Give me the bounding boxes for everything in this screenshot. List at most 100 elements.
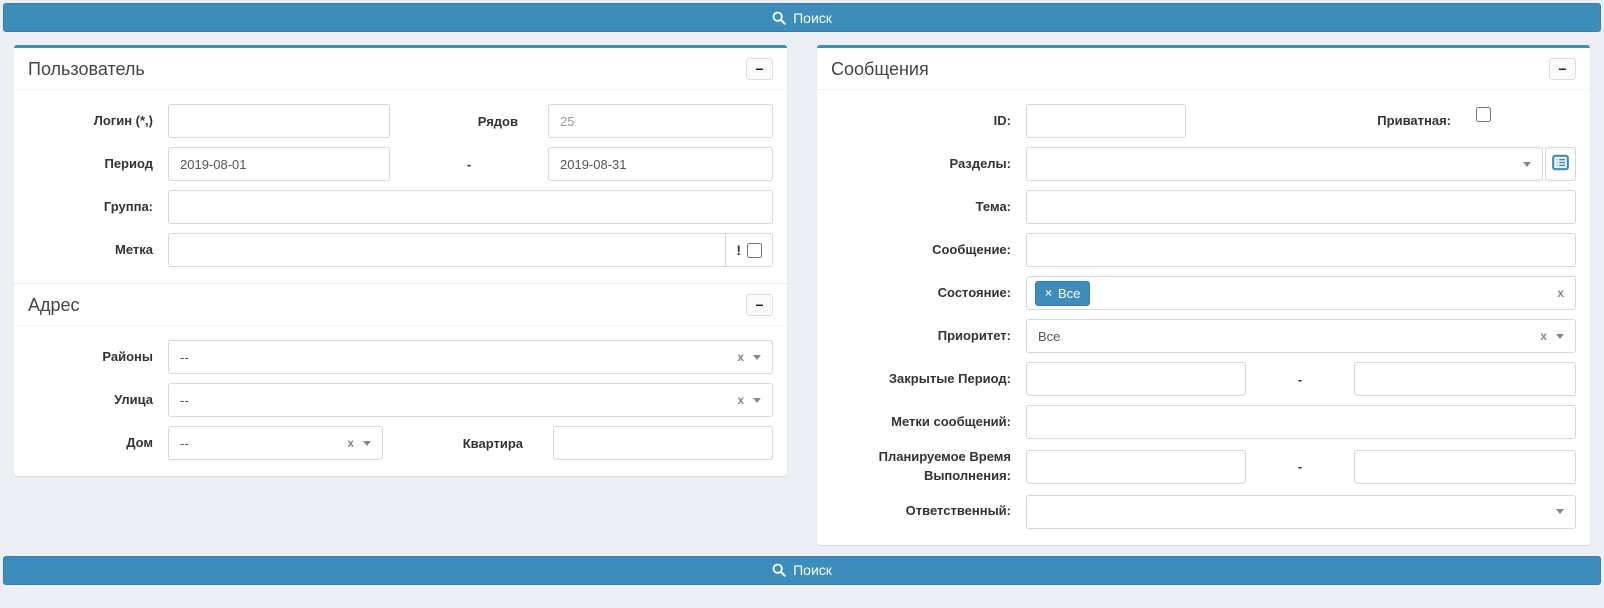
content-area: Пользователь − Логин (*,) Рядов Период	[0, 45, 1604, 545]
street-label: Улица	[28, 391, 168, 410]
rows-input[interactable]	[548, 104, 773, 138]
message-label: Сообщение:	[831, 241, 1026, 260]
address-collapse-button[interactable]: −	[746, 294, 773, 316]
sections-label: Разделы:	[831, 155, 1026, 174]
districts-select[interactable]: -- x	[168, 340, 773, 374]
tag-label: Метка	[28, 241, 168, 260]
right-column: Сообщения − ID: Приватная:	[817, 45, 1590, 545]
id-input[interactable]	[1026, 104, 1186, 138]
responsible-select[interactable]	[1026, 495, 1576, 529]
user-section-body: Логин (*,) Рядов Период - Группа:	[14, 90, 787, 283]
apartment-input[interactable]	[553, 426, 773, 460]
house-value: --	[180, 436, 347, 451]
closed-period-label: Закрытые Период:	[831, 370, 1026, 389]
section-user: Пользователь − Логин (*,) Рядов Период	[14, 48, 787, 283]
street-select[interactable]: -- x	[168, 383, 773, 417]
row-street: Улица -- x	[28, 383, 773, 417]
minus-icon: −	[1558, 61, 1566, 77]
login-label: Логин (*,)	[28, 112, 168, 131]
search-icon	[772, 11, 786, 25]
apartment-label: Квартира	[463, 436, 553, 451]
street-clear-icon[interactable]: x	[737, 394, 744, 406]
period-label: Период	[28, 155, 168, 174]
chevron-down-icon	[1556, 509, 1564, 514]
user-address-card: Пользователь − Логин (*,) Рядов Период	[14, 45, 787, 476]
row-districts: Районы -- x	[28, 340, 773, 374]
planned-time-label: Планируемое Время Выполнения:	[831, 448, 1026, 486]
messages-collapse-button[interactable]: −	[1549, 58, 1576, 80]
state-clear-icon[interactable]: x	[1557, 287, 1564, 299]
house-select[interactable]: -- x	[168, 426, 383, 460]
period-range-separator: -	[390, 157, 548, 172]
user-section-header: Пользователь −	[14, 48, 787, 90]
search-button-label: Поиск	[793, 562, 832, 578]
row-message: Сообщение:	[831, 233, 1576, 267]
districts-label: Районы	[28, 348, 168, 367]
address-section-body: Районы -- x Улица --	[14, 326, 787, 476]
id-label: ID:	[831, 112, 1026, 131]
tag-input-group: !	[168, 233, 773, 267]
login-input[interactable]	[168, 104, 390, 138]
priority-select[interactable]: Все x	[1026, 319, 1576, 353]
state-multiselect[interactable]: × Все x	[1026, 276, 1576, 310]
messages-section-body: ID: Приватная: Разделы:	[817, 90, 1590, 545]
user-collapse-button[interactable]: −	[746, 58, 773, 80]
row-subject: Тема:	[831, 190, 1576, 224]
address-section-title: Адрес	[28, 295, 80, 316]
tag-remove-icon[interactable]: ×	[1045, 287, 1052, 299]
closed-period-to-input[interactable]	[1354, 362, 1576, 396]
section-messages: Сообщения − ID: Приватная:	[817, 48, 1590, 545]
search-button-top[interactable]: Поиск	[3, 3, 1601, 32]
subject-input[interactable]	[1026, 190, 1576, 224]
priority-clear-icon[interactable]: x	[1540, 330, 1547, 342]
planned-time-from-input[interactable]	[1026, 450, 1246, 484]
period-to-input[interactable]	[548, 147, 773, 181]
private-label: Приватная:	[1377, 112, 1476, 131]
row-id-private: ID: Приватная:	[831, 104, 1576, 138]
tag-exact-checkbox[interactable]	[747, 243, 762, 258]
chevron-down-icon	[1556, 334, 1564, 339]
closed-period-separator: -	[1246, 372, 1354, 387]
minus-icon: −	[755, 61, 763, 77]
sections-tree-button[interactable]	[1545, 147, 1576, 181]
row-house-apartment: Дом -- x Квартира	[28, 426, 773, 460]
message-input[interactable]	[1026, 233, 1576, 267]
chevron-down-icon	[753, 355, 761, 360]
row-responsible: Ответственный:	[831, 495, 1576, 529]
tag-addon: !	[725, 234, 772, 266]
chevron-down-icon	[1523, 162, 1531, 167]
private-wrap: Приватная:	[1377, 112, 1491, 131]
districts-clear-icon[interactable]: x	[737, 351, 744, 363]
state-label: Состояние:	[831, 284, 1026, 303]
message-tags-input[interactable]	[1026, 405, 1576, 439]
subject-label: Тема:	[831, 198, 1026, 217]
group-input[interactable]	[168, 190, 773, 224]
search-icon	[772, 563, 786, 577]
districts-value: --	[180, 350, 737, 365]
row-login-rows: Логин (*,) Рядов	[28, 104, 773, 138]
address-section-header: Адрес −	[14, 284, 787, 326]
period-from-input[interactable]	[168, 147, 390, 181]
house-label: Дом	[28, 434, 168, 453]
planned-time-to-input[interactable]	[1354, 450, 1576, 484]
group-label: Группа:	[28, 198, 168, 217]
private-checkbox[interactable]	[1476, 107, 1491, 122]
search-button-bottom[interactable]: Поиск	[3, 556, 1601, 585]
closed-period-from-input[interactable]	[1026, 362, 1246, 396]
tag-input[interactable]	[169, 234, 725, 266]
chevron-down-icon	[363, 441, 371, 446]
sections-select[interactable]	[1026, 147, 1543, 181]
left-column: Пользователь − Логин (*,) Рядов Период	[14, 45, 787, 476]
search-button-label: Поиск	[793, 10, 832, 26]
house-clear-icon[interactable]: x	[347, 437, 354, 449]
row-state: Состояние: × Все x	[831, 276, 1576, 310]
messages-card: Сообщения − ID: Приватная:	[817, 45, 1590, 545]
exclamation-icon: !	[736, 242, 741, 258]
row-sections: Разделы:	[831, 147, 1576, 181]
message-tags-label: Метки сообщений:	[831, 413, 1026, 432]
user-section-title: Пользователь	[28, 59, 145, 80]
row-period: Период -	[28, 147, 773, 181]
row-planned-time: Планируемое Время Выполнения: -	[831, 448, 1576, 486]
row-closed-period: Закрытые Период: -	[831, 362, 1576, 396]
list-icon	[1552, 154, 1569, 174]
